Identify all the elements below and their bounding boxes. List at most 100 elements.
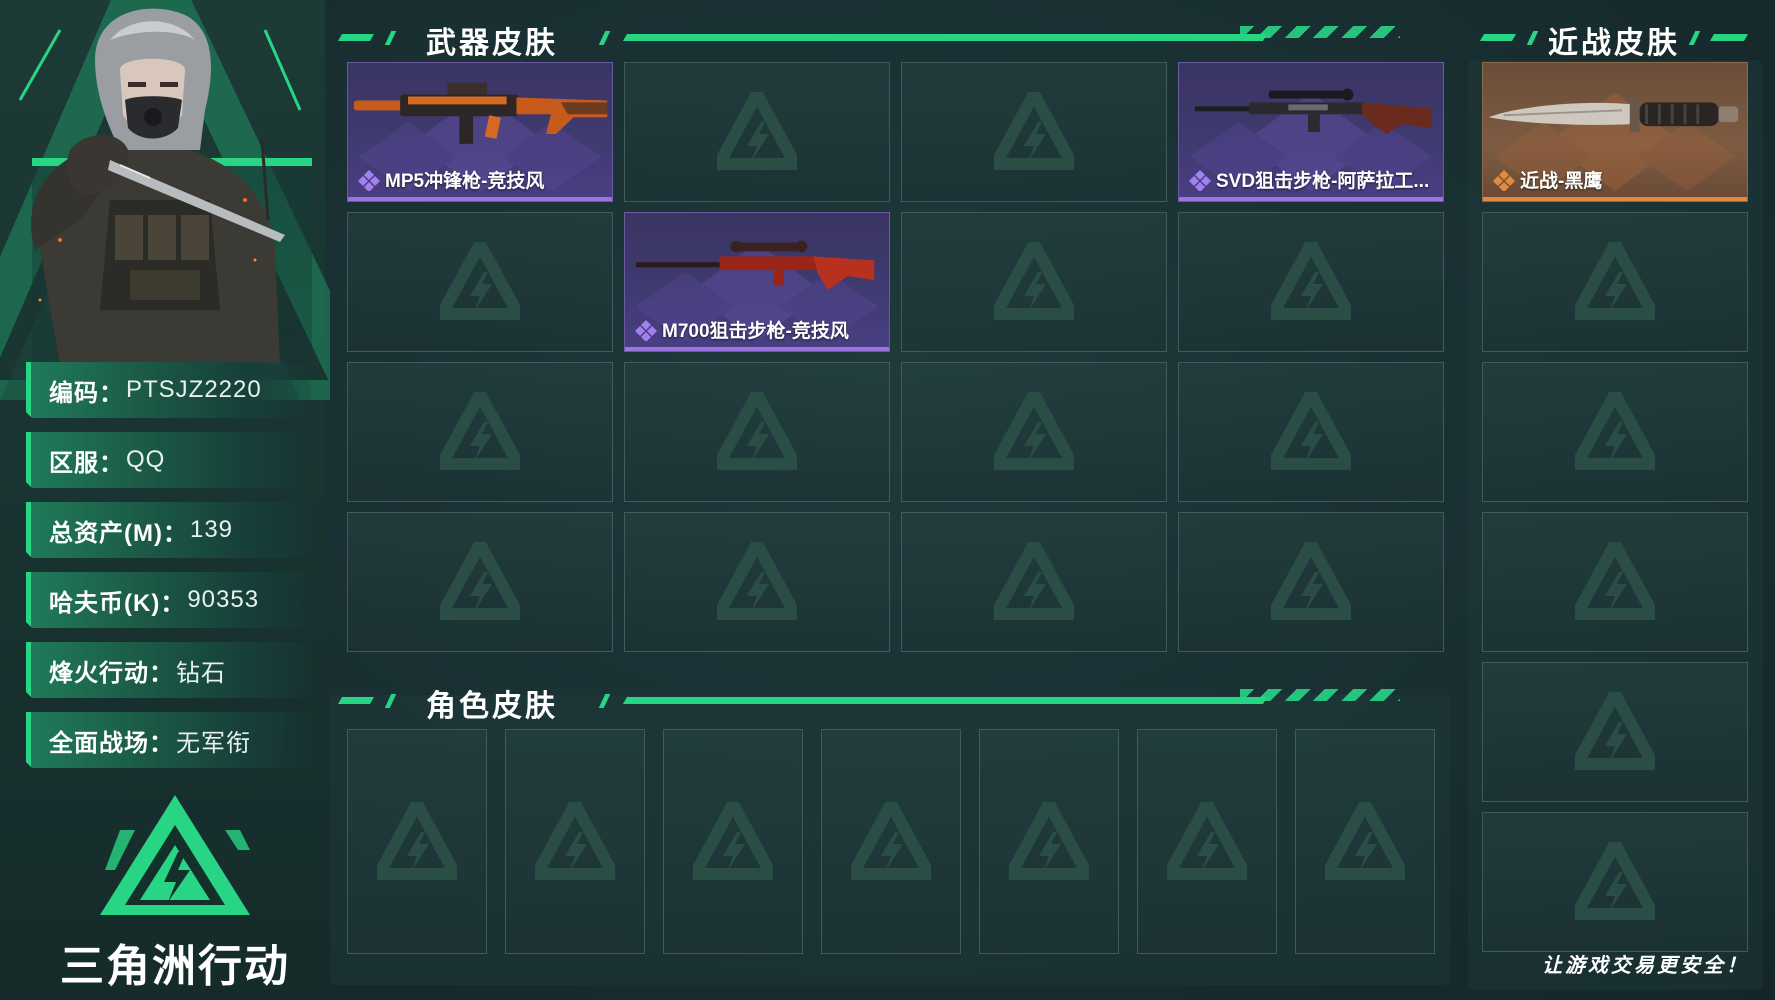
weapon-slot-label: SVD狙击步枪-阿萨拉工... <box>1216 171 1430 192</box>
placeholder-logo-icon <box>717 542 797 620</box>
placeholder-logo-icon <box>1167 801 1247 880</box>
character-slot-empty[interactable] <box>979 729 1119 954</box>
melee-slot[interactable]: 近战-黑鹰 <box>1482 62 1748 202</box>
header-tick <box>384 31 397 45</box>
placeholder-logo-icon <box>440 242 520 320</box>
character-skins-header: 角色皮肤 <box>337 681 1460 723</box>
header-tick <box>598 694 611 708</box>
weapon-slot-empty[interactable] <box>624 362 890 502</box>
header-bar <box>1709 34 1749 41</box>
purple-rarity-icon <box>635 319 657 341</box>
placeholder-logo-icon <box>440 542 520 620</box>
melee-slot-caption: 近战-黑鹰 <box>1493 166 1602 193</box>
character-skins-title: 角色皮肤 <box>426 690 558 723</box>
info-row-server: 区服： QQ <box>26 432 311 488</box>
placeholder-logo-icon <box>535 801 615 880</box>
rarity-bar <box>625 347 889 351</box>
weapon-skins-title: 武器皮肤 <box>426 27 558 60</box>
info-label: 编码： <box>49 379 124 407</box>
placeholder-logo-icon <box>1575 242 1655 320</box>
rarity-bar <box>1483 197 1747 201</box>
weapon-slot-caption: SVD狙击步枪-阿萨拉工... <box>1189 166 1429 193</box>
weapon-slot-label: MP5冲锋枪-竞技风 <box>385 171 545 192</box>
weapon-slot-empty[interactable] <box>347 512 613 652</box>
info-label: 哈夫币(K)： <box>49 589 186 617</box>
weapon-slot-empty[interactable] <box>901 62 1167 202</box>
character-slot-empty[interactable] <box>1137 729 1277 954</box>
placeholder-logo-icon <box>377 801 457 880</box>
header-bar <box>337 34 375 41</box>
weapon-slot[interactable]: M700狙击步枪-竞技风 <box>624 212 890 352</box>
placeholder-logo-icon <box>851 801 931 880</box>
melee-skins-title: 近战皮肤 <box>1548 27 1680 60</box>
weapon-slot-empty[interactable] <box>901 512 1167 652</box>
melee-slot-empty[interactable] <box>1482 662 1748 802</box>
header-tick <box>384 694 397 708</box>
character-slot-empty[interactable] <box>1295 729 1435 954</box>
placeholder-logo-icon <box>717 392 797 470</box>
weapon-slot[interactable]: MP5冲锋枪-竞技风 <box>347 62 613 202</box>
placeholder-logo-icon <box>1575 842 1655 920</box>
character-slot-empty[interactable] <box>821 729 961 954</box>
info-row-operation-rank: 烽火行动： 钻石 <box>26 642 311 698</box>
melee-slot-empty[interactable] <box>1482 212 1748 352</box>
weapon-slot-empty[interactable] <box>624 62 890 202</box>
info-value: 无军衔 <box>176 729 251 757</box>
gold-rarity-icon <box>1493 169 1515 191</box>
weapon-slot-empty[interactable] <box>347 362 613 502</box>
character-slot-empty[interactable] <box>347 729 487 954</box>
placeholder-logo-icon <box>994 92 1074 170</box>
weapon-slot-empty[interactable] <box>901 362 1167 502</box>
placeholder-logo-icon <box>440 392 520 470</box>
info-row-total-assets: 总资产(M)： 139 <box>26 502 311 558</box>
weapon-slot-caption: M700狙击步枪-竞技风 <box>635 316 849 343</box>
operator-character-portrait <box>31 8 285 365</box>
placeholder-logo-icon <box>1325 801 1405 880</box>
melee-slot-empty[interactable] <box>1482 362 1748 502</box>
weapon-slot-empty[interactable] <box>347 212 613 352</box>
delta-logo-icon <box>100 795 250 915</box>
header-hatch <box>1240 26 1400 38</box>
weapon-slot[interactable]: SVD狙击步枪-阿萨拉工... <box>1178 62 1444 202</box>
footer-slogan: 让游戏交易更安全！ <box>1542 955 1749 977</box>
placeholder-logo-icon <box>994 242 1074 320</box>
melee-skins-header: 近战皮肤 <box>1479 18 1760 60</box>
weapon-slot-empty[interactable] <box>901 212 1167 352</box>
placeholder-logo-icon <box>1575 542 1655 620</box>
header-bar <box>1479 34 1517 41</box>
logo-text: 三角洲行动 <box>60 942 290 991</box>
placeholder-logo-icon <box>1009 801 1089 880</box>
header-hatch <box>1240 689 1400 701</box>
weapon-slot-empty[interactable] <box>1178 362 1444 502</box>
melee-slot-empty[interactable] <box>1482 812 1748 952</box>
info-label: 烽火行动： <box>49 659 174 687</box>
info-value: 钻石 <box>176 659 226 687</box>
weapon-slot-empty[interactable] <box>1178 212 1444 352</box>
placeholder-logo-icon <box>1271 542 1351 620</box>
weapon-slot-empty[interactable] <box>624 512 890 652</box>
game-logo: 三角洲行动 <box>60 790 290 991</box>
placeholder-logo-icon <box>1575 392 1655 470</box>
weapon-skins-header: 武器皮肤 <box>337 18 1460 60</box>
info-row-battlefield-rank: 全面战场： 无军衔 <box>26 712 311 768</box>
header-bar <box>622 697 1268 704</box>
melee-slot-label: 近战-黑鹰 <box>1520 171 1603 192</box>
header-bar <box>622 34 1268 41</box>
info-row-id: 编码： PTSJZ2220 <box>26 362 311 418</box>
character-slot-empty[interactable] <box>663 729 803 954</box>
header-bar <box>337 697 375 704</box>
header-tick <box>1526 31 1539 45</box>
character-slot-empty[interactable] <box>505 729 645 954</box>
info-row-haf-coin: 哈夫币(K)： 90353 <box>26 572 311 628</box>
profile-panel: 编码： PTSJZ2220 区服： QQ 总资产(M)： 139 哈夫币(K)：… <box>0 0 330 1000</box>
placeholder-logo-icon <box>994 542 1074 620</box>
weapon-slot-label: M700狙击步枪-竞技风 <box>662 321 849 342</box>
info-value: 139 <box>189 516 234 543</box>
header-tick <box>598 31 611 45</box>
weapon-slot-empty[interactable] <box>1178 512 1444 652</box>
melee-slot-empty[interactable] <box>1482 512 1748 652</box>
info-value: PTSJZ2220 <box>126 376 262 403</box>
placeholder-logo-icon <box>717 92 797 170</box>
info-label: 区服： <box>49 449 124 477</box>
info-value: 90353 <box>187 586 260 613</box>
